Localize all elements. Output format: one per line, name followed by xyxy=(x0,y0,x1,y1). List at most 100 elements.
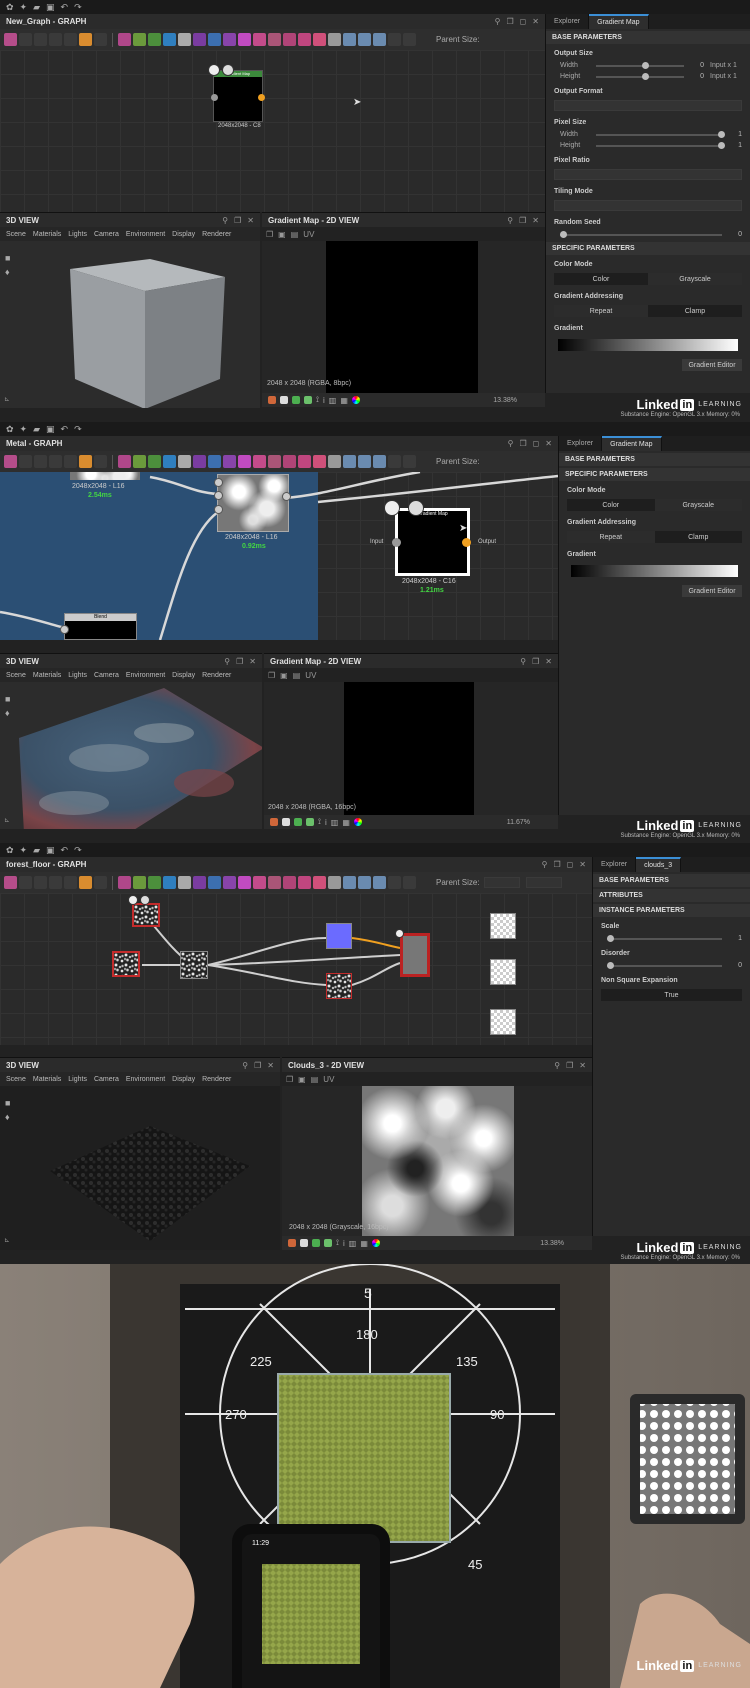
graph-canvas[interactable]: Gradient Map 2048x2048 - C8 ➤ xyxy=(0,50,545,212)
new-icon[interactable]: ✦ xyxy=(20,2,28,13)
warp-node-icon[interactable] xyxy=(313,876,326,889)
color-icon[interactable] xyxy=(351,396,360,404)
output-height-slider[interactable]: Height 0 Input x 1 xyxy=(546,71,750,82)
pixel-node-icon[interactable] xyxy=(328,876,341,889)
menu-scene[interactable]: Scene xyxy=(6,672,26,679)
function-icon[interactable] xyxy=(49,33,62,46)
export-icon[interactable]: ▤ xyxy=(291,230,299,239)
normal-node-icon[interactable] xyxy=(268,455,281,468)
section-specific-parameters[interactable]: SPECIFIC PARAMETERS xyxy=(559,468,750,481)
svg-node-icon[interactable] xyxy=(358,876,371,889)
camera-icon[interactable] xyxy=(34,455,47,468)
folder-icon[interactable]: ▰ xyxy=(33,2,40,13)
menu-materials[interactable]: Materials xyxy=(33,231,61,238)
menu-display[interactable]: Display xyxy=(172,1076,195,1083)
levels-node-icon[interactable] xyxy=(253,455,266,468)
camera-icon[interactable] xyxy=(34,33,47,46)
uniform-node-icon[interactable] xyxy=(298,33,311,46)
section-specific-parameters[interactable]: SPECIFIC PARAMETERS xyxy=(546,242,750,255)
close-icon[interactable]: ✕ xyxy=(545,657,552,666)
pin-icon[interactable]: ⚲ xyxy=(554,1061,560,1070)
blur-node-icon[interactable] xyxy=(133,876,146,889)
pixel-ratio-dropdown[interactable] xyxy=(554,169,742,180)
normal-node-icon[interactable] xyxy=(268,33,281,46)
frame-icon[interactable] xyxy=(94,876,107,889)
distance-node-icon[interactable] xyxy=(193,455,206,468)
color-icon[interactable] xyxy=(353,818,362,826)
float-icon[interactable]: ❐ xyxy=(519,216,526,225)
transform-node-icon[interactable] xyxy=(283,33,296,46)
grid-icon[interactable] xyxy=(294,818,302,826)
select-icon[interactable] xyxy=(19,876,32,889)
close-icon[interactable]: ✕ xyxy=(532,216,539,225)
save-icon[interactable]: ▣ xyxy=(46,424,55,435)
checker-icon[interactable] xyxy=(300,1239,308,1247)
fx-node-icon[interactable] xyxy=(343,876,356,889)
output-format-dropdown[interactable] xyxy=(554,100,742,111)
float-icon[interactable]: ❐ xyxy=(506,17,513,26)
maximize-icon[interactable]: ◻ xyxy=(520,17,527,26)
output-port[interactable] xyxy=(462,538,471,547)
section-attributes[interactable]: ATTRIBUTES xyxy=(593,889,750,902)
width-mode[interactable]: Input x 1 xyxy=(710,62,742,69)
slider-knob[interactable] xyxy=(718,141,726,149)
menu-display[interactable]: Display xyxy=(172,231,195,238)
color-mode-toggle[interactable]: Color Grayscale xyxy=(554,273,742,285)
menu-environment[interactable]: Environment xyxy=(126,231,165,238)
tiling-mode-dropdown[interactable] xyxy=(554,200,742,211)
zoom-level[interactable]: 13.38% xyxy=(540,1240,564,1247)
disorder-slider[interactable]: 0 xyxy=(593,960,750,971)
noise-node-d[interactable] xyxy=(326,973,352,999)
camera-icon[interactable]: ■ xyxy=(5,1098,10,1108)
close-icon[interactable]: ✕ xyxy=(532,17,539,26)
export-icon[interactable]: ▤ xyxy=(311,1075,319,1084)
save-icon[interactable]: ▣ xyxy=(278,230,286,239)
blend-node-icon[interactable] xyxy=(118,876,131,889)
transform-node-icon[interactable] xyxy=(283,876,296,889)
float-icon[interactable]: ❐ xyxy=(254,1061,261,1070)
menu-renderer[interactable]: Renderer xyxy=(202,672,231,679)
section-base-parameters[interactable]: BASE PARAMETERS xyxy=(593,874,750,887)
zoom-level[interactable]: 11.67% xyxy=(507,819,530,826)
hsl-node-icon[interactable] xyxy=(238,455,251,468)
close-icon[interactable]: ✕ xyxy=(247,216,254,225)
color-mode-color[interactable]: Color xyxy=(567,499,655,511)
color-mode-toggle[interactable]: Color Grayscale xyxy=(567,499,742,511)
pin-icon[interactable]: ⚲ xyxy=(224,657,230,666)
menu-environment[interactable]: Environment xyxy=(126,672,165,679)
graph-canvas[interactable]: 2048x2048 - L16 2.54ms 2048x2048 - L16 0… xyxy=(0,472,558,640)
input-port[interactable] xyxy=(211,94,218,101)
float-icon[interactable]: ❐ xyxy=(532,657,539,666)
channel-node-icon[interactable] xyxy=(148,455,161,468)
light-icon[interactable]: ♦ xyxy=(5,1112,10,1122)
copy-icon[interactable]: ❐ xyxy=(286,1075,293,1084)
curve-node-icon[interactable] xyxy=(163,876,176,889)
pin-icon[interactable]: ⚲ xyxy=(520,657,526,666)
blend-node-icon[interactable] xyxy=(118,33,131,46)
grid-icon[interactable] xyxy=(292,396,300,404)
output-port[interactable] xyxy=(282,492,291,501)
pick-icon[interactable]: ⟟ xyxy=(316,395,319,405)
grid-icon[interactable] xyxy=(312,1239,320,1247)
mic-icon[interactable] xyxy=(403,876,416,889)
light-icon[interactable]: ♦ xyxy=(5,708,10,718)
parent-size-width-dropdown[interactable] xyxy=(483,877,520,888)
uniform-color-node[interactable] xyxy=(326,923,352,949)
uv-dropdown[interactable]: UV xyxy=(305,671,316,680)
directional-node-icon[interactable] xyxy=(178,33,191,46)
node-preview-icon[interactable] xyxy=(395,929,404,938)
section-base-parameters[interactable]: BASE PARAMETERS xyxy=(546,31,750,44)
fx-node-icon[interactable] xyxy=(343,33,356,46)
menu-materials[interactable]: Materials xyxy=(33,1076,61,1083)
frame-icon[interactable] xyxy=(94,33,107,46)
menu-display[interactable]: Display xyxy=(172,672,195,679)
menu-renderer[interactable]: Renderer xyxy=(202,1076,231,1083)
input-port[interactable] xyxy=(214,491,223,500)
info-icon[interactable]: i xyxy=(323,396,325,405)
close-icon[interactable]: ✕ xyxy=(249,657,256,666)
gradient-map-node[interactable]: Gradient Map xyxy=(213,70,263,122)
tab-explorer[interactable]: Explorer xyxy=(593,857,637,872)
gradient-map-node[interactable]: Gradient Map xyxy=(395,508,470,576)
pin-icon[interactable]: ⚲ xyxy=(508,439,514,448)
pixel-node-icon[interactable] xyxy=(328,33,341,46)
